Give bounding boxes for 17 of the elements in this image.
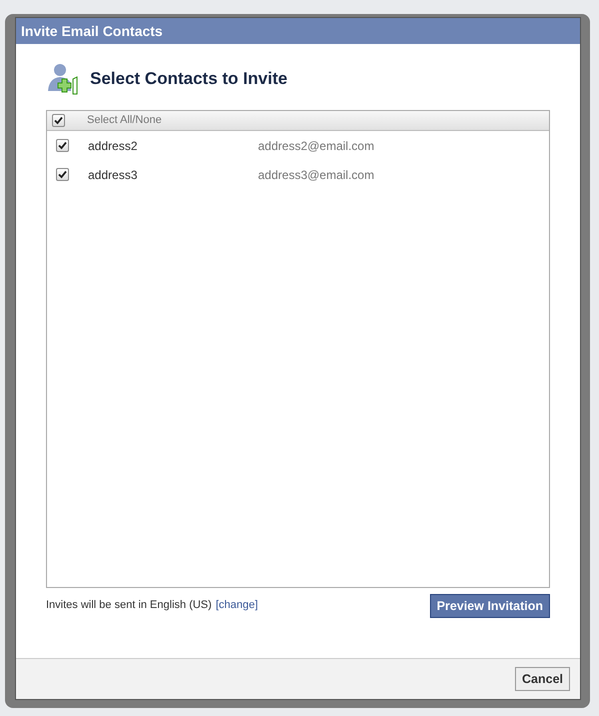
checkbox[interactable] (56, 139, 69, 152)
check-icon (58, 141, 67, 150)
contact-email: address3@email.com (258, 166, 374, 184)
check-icon (58, 170, 67, 179)
language-note: Invites will be sent in English (US) (46, 598, 212, 614)
checkbox[interactable] (56, 168, 69, 181)
dialog-title: Invite Email Contacts (21, 22, 163, 40)
checkbox[interactable] (52, 114, 65, 127)
change-link[interactable]: [change] (216, 597, 258, 614)
contact-email: address2@email.com (258, 138, 374, 154)
contact-name: address2 (88, 138, 138, 154)
dialog-heading: Select Contacts to Invite (90, 68, 288, 90)
preview-invitation-button[interactable]: Preview Invitation (430, 594, 550, 618)
check-icon (54, 116, 63, 125)
cancel-button[interactable]: Cancel (515, 667, 570, 691)
select-all-label: Select All/None (87, 113, 162, 128)
contact-name: address3 (88, 166, 138, 184)
